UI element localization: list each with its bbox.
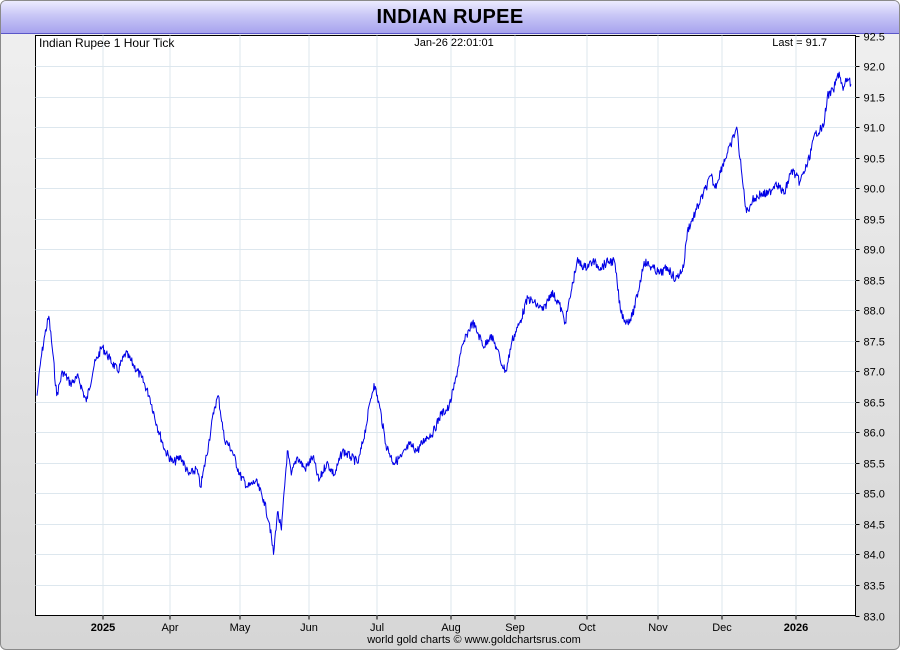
y-tick-label: 89.0 (864, 245, 885, 257)
y-axis: 92.5 92.0 91.5 91.0 90.5 90.0 89.5 89.0 88.5 88.0… (855, 32, 885, 624)
last-price-label: Last = 91.7 (772, 37, 827, 49)
x-year-label: 2025 (91, 622, 115, 634)
y-tick-label: 84.5 (864, 520, 885, 532)
y-tick-label: 86.5 (864, 398, 885, 410)
chart-subtitle: Indian Rupee 1 Hour Tick (39, 36, 175, 50)
y-tick-label: 91.5 (864, 93, 885, 105)
timestamp-label: Jan-26 22:01:01 (414, 37, 494, 49)
x-month-label: Oct (578, 622, 595, 634)
x-month-label: May (230, 622, 251, 634)
price-chart: 92.5 92.0 91.5 91.0 90.5 90.0 89.5 89.0 88.5 88.0… (35, 32, 885, 646)
y-tick-label: 85.0 (864, 489, 885, 501)
y-tick-label: 86.0 (864, 428, 885, 440)
y-tick-label: 92.5 (864, 32, 885, 44)
x-month-label: Jul (370, 622, 384, 634)
y-tick-label: 90.0 (864, 184, 885, 196)
x-month-label: Sep (505, 622, 525, 634)
y-tick-label: 91.0 (864, 123, 885, 135)
y-tick-label: 88.0 (864, 306, 885, 318)
y-tick-label: 92.0 (864, 62, 885, 74)
y-tick-label: 87.0 (864, 367, 885, 379)
x-month-label: Aug (441, 622, 461, 634)
x-month-label: Apr (161, 622, 178, 634)
x-month-label: Dec (712, 622, 732, 634)
y-tick-label: 87.5 (864, 337, 885, 349)
y-tick-label: 83.5 (864, 581, 885, 593)
footer-credit: world gold charts © www.goldchartsrus.co… (366, 634, 581, 646)
plot-area (35, 35, 856, 616)
y-tick-label: 89.5 (864, 215, 885, 227)
x-month-label: Nov (648, 622, 668, 634)
x-year-label: 2026 (784, 622, 808, 634)
y-tick-label: 84.0 (864, 550, 885, 562)
y-tick-label: 90.5 (864, 154, 885, 166)
x-month-label: Jun (300, 622, 318, 634)
y-tick-label: 88.5 (864, 276, 885, 288)
x-axis: 2025 Apr May Jun Jul Aug Sep Oct Nov Dec 2026 (91, 615, 808, 634)
y-tick-label: 83.0 (864, 612, 885, 624)
y-tick-label: 85.5 (864, 459, 885, 471)
